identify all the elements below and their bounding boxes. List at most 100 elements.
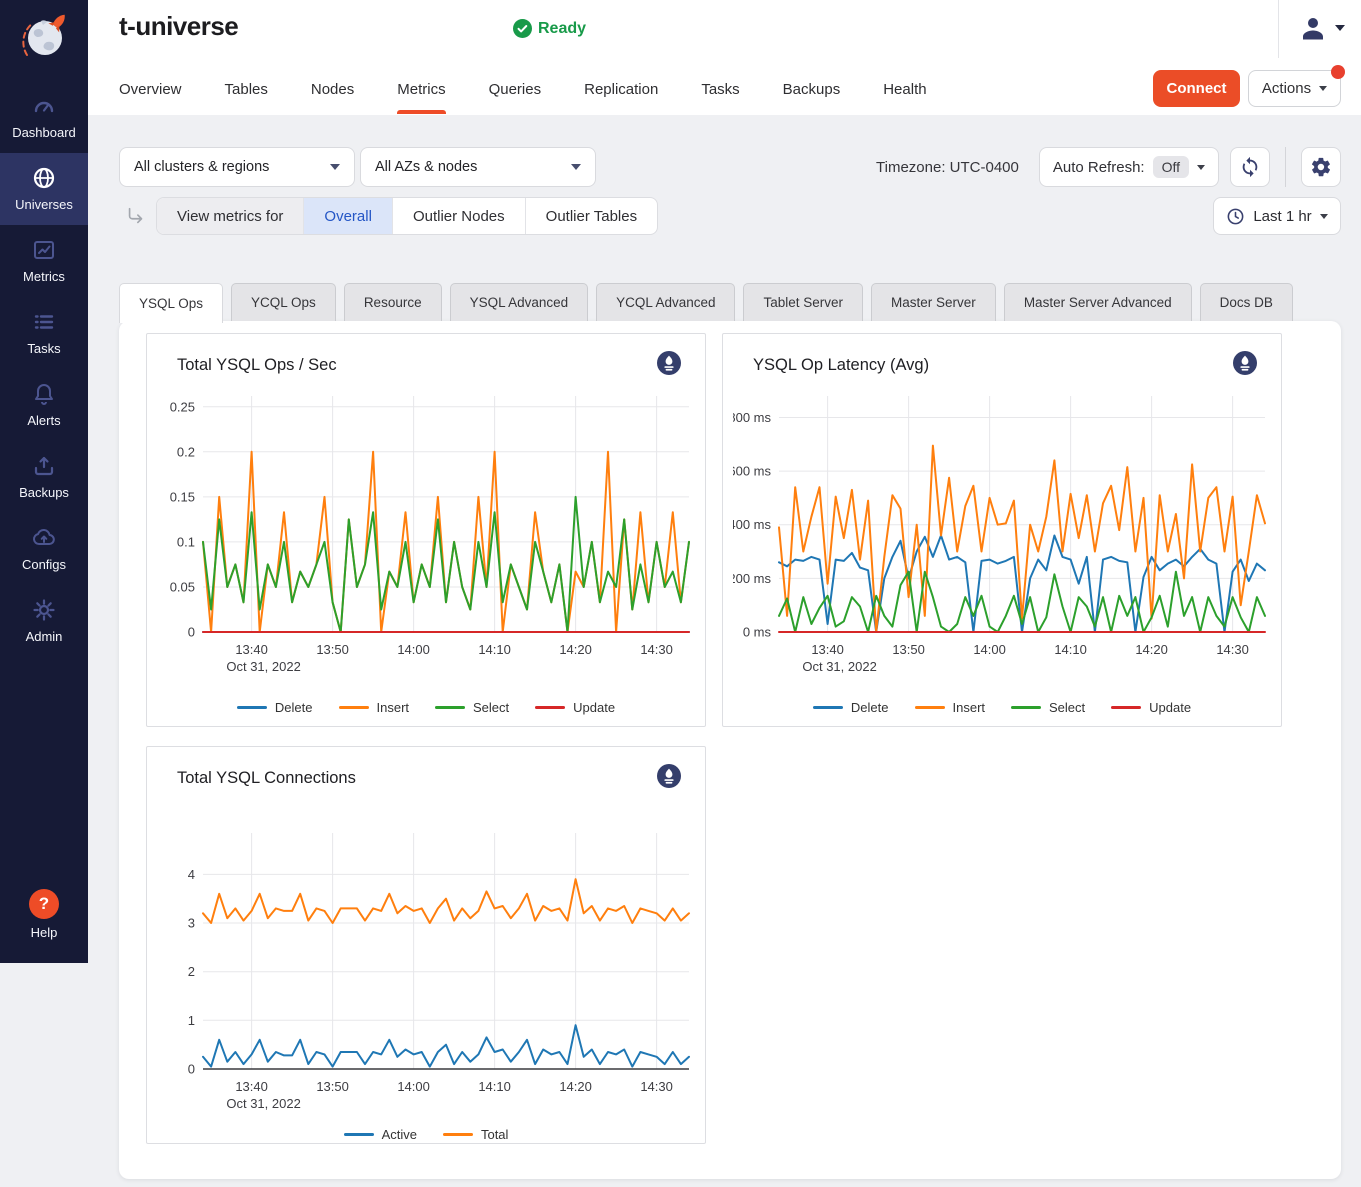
legend-item-delete[interactable]: Delete: [237, 700, 313, 715]
time-range-button[interactable]: Last 1 hr: [1213, 197, 1341, 235]
chevron-down-icon: [330, 164, 340, 170]
series-total: [203, 879, 689, 923]
view-metrics-segmented: View metrics forOverallOutlier NodesOutl…: [156, 197, 658, 235]
auto-refresh-button[interactable]: Auto Refresh: Off: [1039, 147, 1219, 187]
sidebar-item-tasks[interactable]: Tasks: [0, 297, 88, 369]
legend-swatch: [344, 1133, 374, 1136]
tab-tasks[interactable]: Tasks: [701, 64, 739, 114]
azs-nodes-dropdown[interactable]: All AZs & nodes: [360, 147, 596, 187]
legend-label: Insert: [953, 700, 986, 715]
metric-card: Total YSQL Connections0123413:40Oct 31, …: [146, 746, 706, 1144]
legend-swatch: [237, 706, 267, 709]
caret-down-icon: [1319, 86, 1327, 91]
tab-backups[interactable]: Backups: [783, 64, 841, 114]
clusters-regions-dropdown[interactable]: All clusters & regions: [119, 147, 355, 187]
header: t-universe Ready Overview Tables Nodes Metr…: [88, 0, 1361, 115]
metric-card-title: Total YSQL Connections: [177, 769, 356, 788]
metric-card-title: Total YSQL Ops / Sec: [177, 356, 337, 375]
svg-text:14:30: 14:30: [1216, 642, 1249, 657]
svg-text:14:10: 14:10: [1054, 642, 1087, 657]
rocket-planet-logo: [17, 8, 71, 66]
sidebar-item-label: Configs: [22, 557, 66, 572]
sidebar-item-admin[interactable]: Admin: [0, 585, 88, 657]
legend-item-update[interactable]: Update: [535, 700, 615, 715]
status-text: Ready: [538, 20, 586, 38]
actions-button[interactable]: Actions: [1248, 70, 1341, 107]
caret-down-icon: [1335, 25, 1345, 31]
chart-legend: Delete Insert Select Update: [723, 700, 1281, 715]
view-tab-overall[interactable]: Overall: [303, 198, 392, 234]
tab-nodes[interactable]: Nodes: [311, 64, 354, 114]
svg-text:0 ms: 0 ms: [743, 625, 772, 640]
svg-text:14:20: 14:20: [1135, 642, 1168, 657]
help-icon: ?: [29, 889, 59, 919]
svg-text:0.15: 0.15: [170, 489, 195, 504]
svg-text:600 ms: 600 ms: [733, 464, 771, 479]
refresh-button[interactable]: [1230, 147, 1270, 187]
metric-tab-resource[interactable]: Resource: [344, 283, 442, 321]
user-icon: [1298, 13, 1328, 43]
svg-text:13:50: 13:50: [892, 642, 925, 657]
prometheus-icon[interactable]: [657, 351, 681, 380]
sidebar-item-universes[interactable]: Universes: [0, 153, 88, 225]
universe-title: t-universe: [119, 11, 238, 42]
metric-tab-ysql-advanced[interactable]: YSQL Advanced: [450, 283, 589, 321]
clusters-regions-value: All clusters & regions: [134, 159, 269, 175]
sidebar-item-backups[interactable]: Backups: [0, 441, 88, 513]
view-metrics-label: View metrics for: [157, 198, 303, 234]
metric-tab-ycql-advanced[interactable]: YCQL Advanced: [596, 283, 735, 321]
sidebar-item-configs[interactable]: Configs: [0, 513, 88, 585]
sidebar-item-help[interactable]: ? Help: [0, 877, 88, 953]
view-tab-outlier-tables[interactable]: Outlier Tables: [525, 198, 657, 234]
prometheus-icon[interactable]: [1233, 351, 1257, 380]
legend-item-active[interactable]: Active: [344, 1127, 417, 1142]
metric-tab-ycql-ops[interactable]: YCQL Ops: [231, 283, 336, 321]
tab-replication[interactable]: Replication: [584, 64, 658, 114]
legend-item-select[interactable]: Select: [1011, 700, 1085, 715]
legend-item-insert[interactable]: Insert: [915, 700, 986, 715]
prometheus-icon[interactable]: [657, 764, 681, 793]
return-arrow-icon: [125, 205, 147, 227]
metric-tabs: YSQL OpsYCQL OpsResourceYSQL AdvancedYCQ…: [119, 283, 1341, 321]
series-select: [779, 572, 1265, 632]
tab-tables[interactable]: Tables: [225, 64, 268, 114]
tab-overview[interactable]: Overview: [119, 64, 182, 114]
sidebar-item-dashboard[interactable]: Dashboard: [0, 81, 88, 153]
tab-metrics[interactable]: Metrics: [397, 64, 445, 114]
metric-tab-tablet-server[interactable]: Tablet Server: [743, 283, 863, 321]
tab-queries[interactable]: Queries: [489, 64, 542, 114]
check-circle-icon: [513, 19, 532, 38]
sidebar-item-label: Backups: [19, 485, 69, 500]
metric-tab-master-server-advanced[interactable]: Master Server Advanced: [1004, 283, 1192, 321]
legend-item-insert[interactable]: Insert: [339, 700, 410, 715]
connect-button[interactable]: Connect: [1153, 70, 1240, 107]
legend-item-update[interactable]: Update: [1111, 700, 1191, 715]
azs-nodes-value: All AZs & nodes: [375, 159, 477, 175]
app-logo[interactable]: [17, 0, 71, 77]
user-menu[interactable]: [1298, 13, 1345, 43]
legend-item-total[interactable]: Total: [443, 1127, 508, 1142]
svg-text:13:50: 13:50: [316, 642, 349, 657]
chart-legend: Delete Insert Select Update: [147, 700, 705, 715]
legend-swatch: [339, 706, 369, 709]
svg-text:0: 0: [188, 625, 195, 640]
globe-icon: [31, 165, 57, 191]
sidebar-item-metrics[interactable]: Metrics: [0, 225, 88, 297]
filter-right-group: Timezone: UTC-0400 Auto Refresh: Off: [876, 147, 1341, 187]
svg-text:0.2: 0.2: [177, 444, 195, 459]
metrics-content: All clusters & regions All AZs & nodes T…: [119, 115, 1341, 1179]
svg-text:14:00: 14:00: [397, 642, 430, 657]
tab-health[interactable]: Health: [883, 64, 926, 114]
metric-tab-master-server[interactable]: Master Server: [871, 283, 996, 321]
svg-text:13:40: 13:40: [811, 642, 844, 657]
chevron-down-icon: [571, 164, 581, 170]
sidebar-item-alerts[interactable]: Alerts: [0, 369, 88, 441]
svg-text:13:40: 13:40: [235, 1079, 268, 1094]
view-tab-outlier-nodes[interactable]: Outlier Nodes: [392, 198, 525, 234]
legend-item-delete[interactable]: Delete: [813, 700, 889, 715]
metric-tab-ysql-ops[interactable]: YSQL Ops: [119, 283, 223, 323]
metrics-settings-button[interactable]: [1301, 147, 1341, 187]
prometheus-icon: [657, 351, 681, 375]
metric-tab-docs-db[interactable]: Docs DB: [1200, 283, 1293, 321]
legend-item-select[interactable]: Select: [435, 700, 509, 715]
